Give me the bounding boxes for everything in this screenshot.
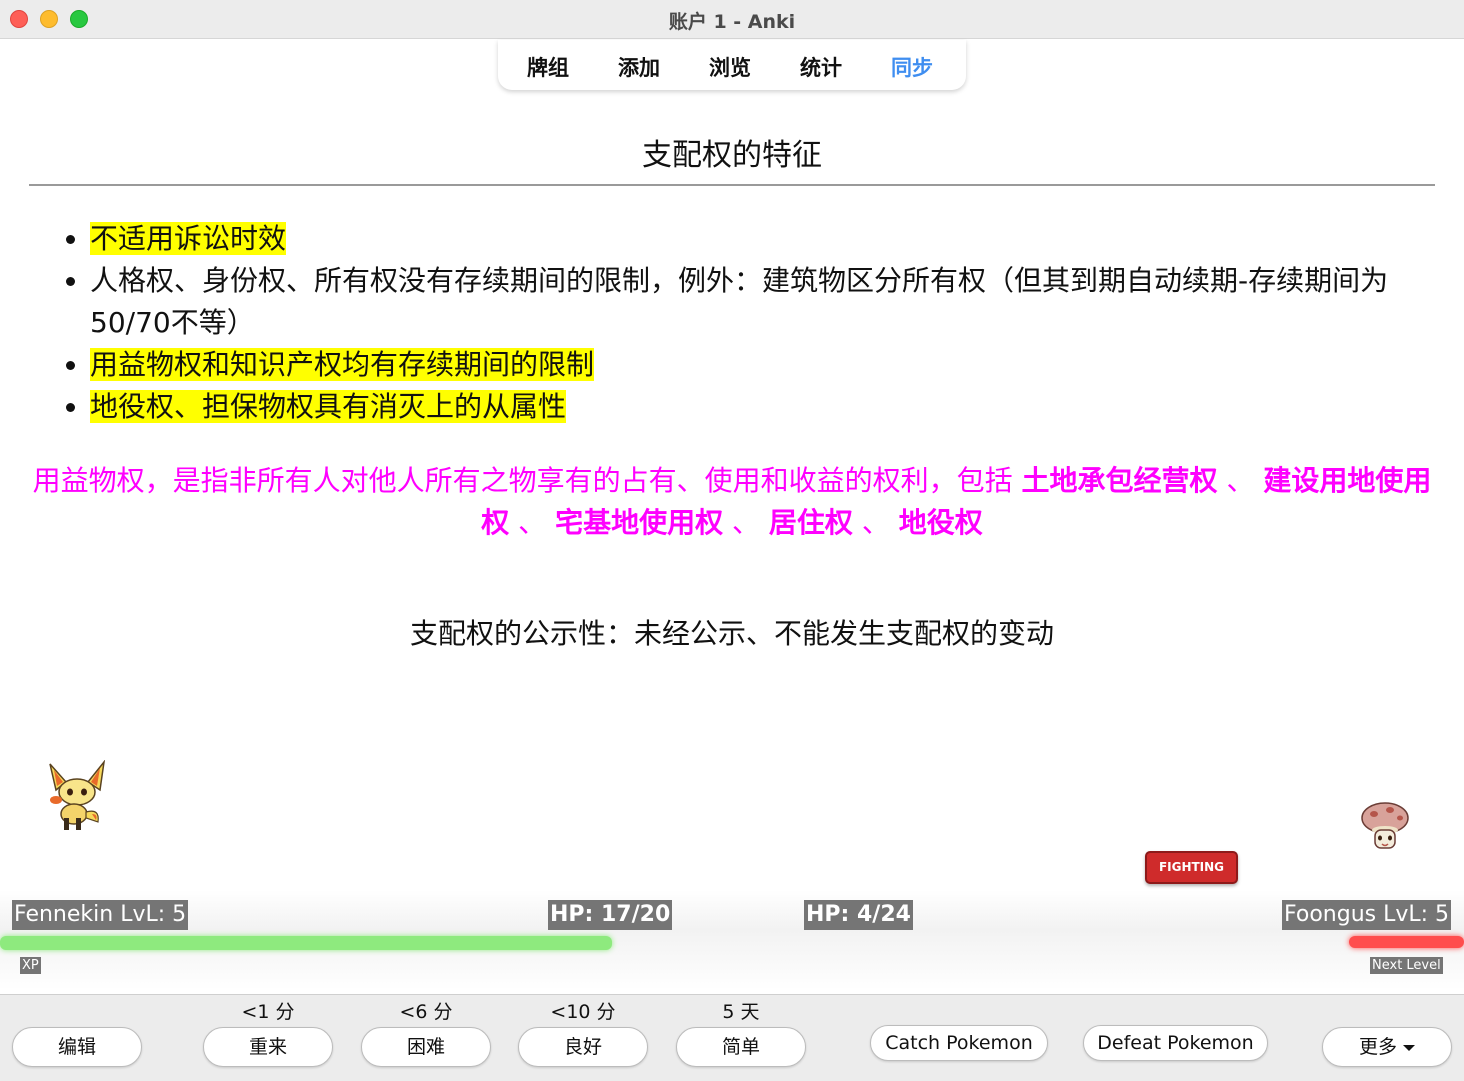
easy-interval: 5 天 xyxy=(722,1001,760,1023)
toolbar-browse[interactable]: 浏览 xyxy=(709,52,751,82)
good-button[interactable]: 良好 xyxy=(518,1027,648,1067)
catch-pokemon-button[interactable]: Catch Pokemon xyxy=(870,1025,1048,1061)
bullet-text: 人格权、身份权、所有权没有存续期间的限制，例外：建筑物区分所有权（但其到期自动续… xyxy=(90,264,1389,339)
window-title: 账户 1 - Anki xyxy=(668,11,796,33)
toolbar-add[interactable]: 添加 xyxy=(618,52,660,82)
usufruct-item: 土地承包经营权 xyxy=(1021,464,1218,497)
enemy-hp-bar xyxy=(1349,936,1464,948)
fennekin-sprite xyxy=(49,760,106,830)
card-divider xyxy=(29,184,1435,186)
separator: 、 xyxy=(509,506,556,539)
usufruct-item: 地役权 xyxy=(898,506,983,539)
usufruct-item: 宅基地使用权 xyxy=(555,506,724,539)
list-item: 用益物权和知识产权均有存续期间的限制 xyxy=(66,344,1435,386)
xp-label: XP xyxy=(20,957,41,974)
enemy-pokemon-label: Foongus LvL: 5 xyxy=(1282,900,1452,930)
bullet-text: 地役权、担保物权具有消灭上的从属性 xyxy=(90,390,567,423)
bullet-text: 用益物权和知识产权均有存续期间的限制 xyxy=(90,348,595,381)
enemy-hp-label: HP: 4/24 xyxy=(804,900,913,930)
toolbar-decks[interactable]: 牌组 xyxy=(527,52,569,82)
next-level-label: Next Level xyxy=(1370,957,1443,974)
foongus-sprite xyxy=(1361,802,1409,849)
edit-button[interactable]: 编辑 xyxy=(12,1027,142,1067)
again-interval: <1 分 xyxy=(241,1001,295,1023)
good-interval: <10 分 xyxy=(550,1001,616,1023)
easy-button[interactable]: 简单 xyxy=(676,1027,806,1067)
player-pokemon-label: Fennekin LvL: 5 xyxy=(12,900,189,930)
hard-interval: <6 分 xyxy=(399,1001,453,1023)
card-title: 支配权的特征 xyxy=(642,138,822,173)
list-item: 地役权、担保物权具有消灭上的从属性 xyxy=(66,386,1435,428)
usufruct-item: 居住权 xyxy=(768,506,853,539)
usufruct-prefix: 用益物权，是指非所有人对他人所有之物享有的占有、使用和收益的权利，包括 xyxy=(32,464,1022,497)
toolbar-stats[interactable]: 统计 xyxy=(800,52,842,82)
player-hp-label: HP: 17/20 xyxy=(548,900,673,930)
usufruct-definition: 用益物权，是指非所有人对他人所有之物享有的占有、使用和收益的权利，包括 土地承包… xyxy=(30,460,1434,544)
again-button[interactable]: 重来 xyxy=(203,1027,333,1067)
more-label: 更多 xyxy=(1358,1036,1397,1058)
chevron-down-icon xyxy=(1403,1044,1415,1051)
more-button[interactable]: 更多 xyxy=(1322,1027,1452,1067)
list-item: 人格权、身份权、所有权没有存续期间的限制，例外：建筑物区分所有权（但其到期自动续… xyxy=(66,260,1435,344)
separator: 、 xyxy=(1217,464,1264,497)
answer-bar: 编辑 <1 分 重来 <6 分 困难 <10 分 良好 5 天 简单 Catch… xyxy=(0,994,1464,1081)
list-item: 不适用诉讼时效 xyxy=(66,218,1435,260)
defeat-pokemon-button[interactable]: Defeat Pokemon xyxy=(1083,1025,1268,1061)
separator: 、 xyxy=(852,506,899,539)
separator: 、 xyxy=(723,506,769,539)
player-hp-bar xyxy=(0,936,612,950)
toolbar-sync[interactable]: 同步 xyxy=(891,52,933,82)
hard-button[interactable]: 困难 xyxy=(361,1027,491,1067)
title-bar: 账户 1 - Anki xyxy=(0,0,1464,39)
bullet-text: 不适用诉讼时效 xyxy=(90,222,287,255)
main-toolbar: 牌组 添加 浏览 统计 同步 xyxy=(498,40,966,90)
fighting-button[interactable]: FIGHTING xyxy=(1145,851,1238,884)
publicity-statement: 支配权的公示性：未经公示、不能发生支配权的变动 xyxy=(409,617,1054,650)
feature-list: 不适用诉讼时效 人格权、身份权、所有权没有存续期间的限制，例外：建筑物区分所有权… xyxy=(66,218,1435,428)
